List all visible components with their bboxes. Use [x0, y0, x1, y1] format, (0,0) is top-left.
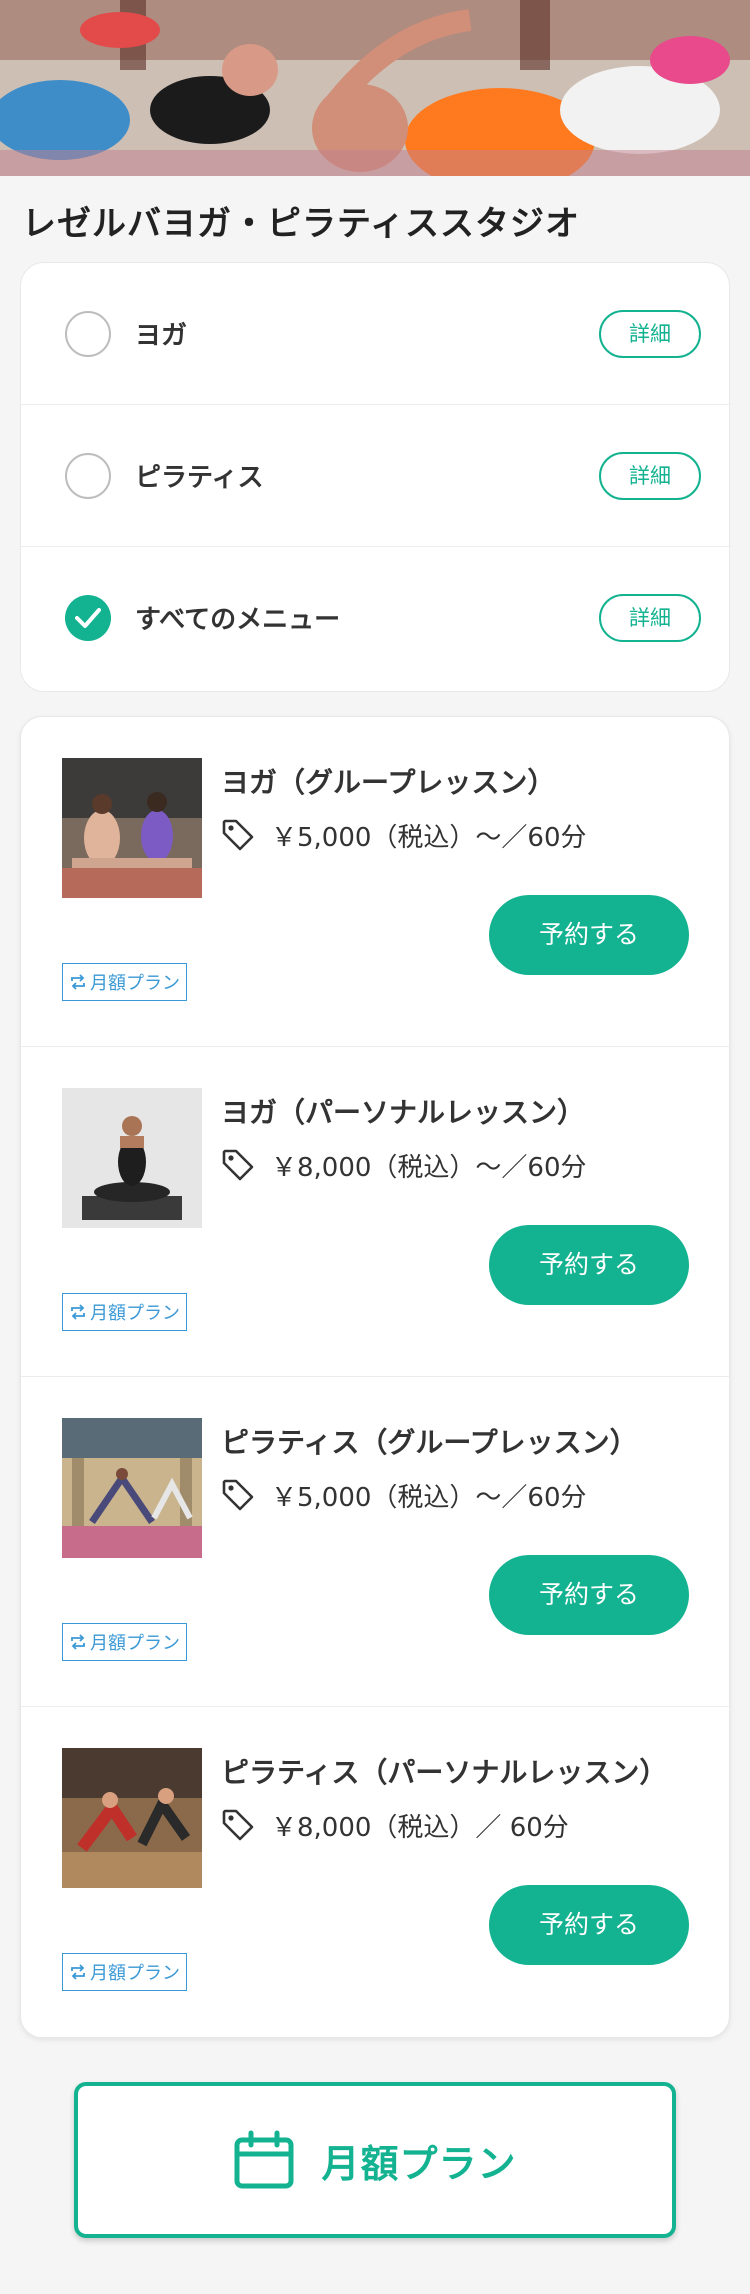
- price-text: ￥5,000（税込）〜／60分: [271, 822, 587, 853]
- studio-title: レゼルバヨガ・ピラティススタジオ: [22, 204, 580, 244]
- category-yoga[interactable]: ヨガ 詳細: [21, 263, 731, 405]
- tag-icon: [222, 1809, 254, 1841]
- monthly-plan-badge: 月額プラン: [62, 963, 187, 1001]
- radio-button-checked[interactable]: [65, 595, 111, 641]
- detail-button[interactable]: 詳細: [599, 452, 701, 500]
- reserve-button[interactable]: 予約する: [489, 1225, 689, 1305]
- lesson-thumbnail: [62, 1418, 202, 1558]
- repeat-icon: [71, 1304, 85, 1320]
- lesson-list: ヨガ（グループレッスン） ￥5,000（税込）〜／60分 予約する 月額プラン: [20, 716, 731, 2038]
- price-text: ￥5,000（税込）〜／60分: [271, 1482, 587, 1513]
- reserve-button[interactable]: 予約する: [489, 1555, 689, 1635]
- detail-button[interactable]: 詳細: [599, 310, 701, 358]
- lesson-thumbnail: [62, 1088, 202, 1228]
- category-pilates[interactable]: ピラティス 詳細: [21, 405, 731, 547]
- category-all[interactable]: すべてのメニュー 詳細: [21, 547, 731, 689]
- tag-icon: [222, 1479, 254, 1511]
- repeat-icon: [71, 974, 85, 990]
- category-label: ヨガ: [135, 321, 188, 351]
- reserve-button[interactable]: 予約する: [489, 895, 689, 975]
- reserve-button[interactable]: 予約する: [489, 1885, 689, 1965]
- lesson-item: ピラティス（パーソナルレッスン） ￥8,000（税込）／ 60分 予約する 月額…: [21, 1707, 731, 2037]
- price-row: ￥5,000（税込）〜／60分: [221, 1477, 587, 1513]
- radio-button[interactable]: [65, 311, 111, 357]
- hero-image: [0, 0, 750, 176]
- price-row: ￥8,000（税込）／ 60分: [221, 1807, 569, 1843]
- check-icon: [75, 608, 101, 628]
- plan-label: 月額プラン: [90, 1633, 180, 1654]
- monthly-plan-badge: 月額プラン: [62, 1623, 187, 1661]
- plan-label: 月額プラン: [90, 973, 180, 994]
- plan-label: 月額プラン: [90, 1963, 180, 1984]
- price-row: ￥8,000（税込）〜／60分: [221, 1147, 587, 1183]
- price-row: ￥5,000（税込）〜／60分: [221, 817, 587, 853]
- monthly-plan-badge: 月額プラン: [62, 1953, 187, 1991]
- tag-icon: [222, 1149, 254, 1181]
- price-text: ￥8,000（税込）〜／60分: [271, 1152, 587, 1183]
- lesson-item: ヨガ（グループレッスン） ￥5,000（税込）〜／60分 予約する 月額プラン: [21, 717, 731, 1047]
- monthly-plan-button[interactable]: 月額プラン: [74, 2082, 676, 2238]
- calendar-icon: [234, 2130, 294, 2189]
- lesson-title: ヨガ（グループレッスン）: [221, 766, 556, 799]
- category-list: ヨガ 詳細 ピラティス 詳細 すべてのメニュー 詳細: [20, 262, 731, 692]
- price-text: ￥8,000（税込）／ 60分: [271, 1812, 569, 1843]
- monthly-plan-label: 月額プラン: [321, 2141, 517, 2186]
- category-label: ピラティス: [135, 463, 264, 493]
- category-label: すべてのメニュー: [135, 605, 341, 635]
- monthly-plan-badge: 月額プラン: [62, 1293, 187, 1331]
- lesson-thumbnail: [62, 758, 202, 898]
- lesson-title: ヨガ（パーソナルレッスン）: [221, 1096, 586, 1129]
- repeat-icon: [71, 1634, 85, 1650]
- lesson-thumbnail: [62, 1748, 202, 1888]
- lesson-title: ピラティス（パーソナルレッスン）: [221, 1756, 668, 1789]
- repeat-icon: [71, 1964, 85, 1980]
- lesson-item: ヨガ（パーソナルレッスン） ￥8,000（税込）〜／60分 予約する 月額プラン: [21, 1047, 731, 1377]
- detail-button[interactable]: 詳細: [599, 594, 701, 642]
- radio-button[interactable]: [65, 453, 111, 499]
- tag-icon: [222, 819, 254, 851]
- lesson-title: ピラティス（グループレッスン）: [221, 1426, 638, 1459]
- lesson-item: ピラティス（グループレッスン） ￥5,000（税込）〜／60分 予約する 月額プ…: [21, 1377, 731, 1707]
- plan-label: 月額プラン: [90, 1303, 180, 1324]
